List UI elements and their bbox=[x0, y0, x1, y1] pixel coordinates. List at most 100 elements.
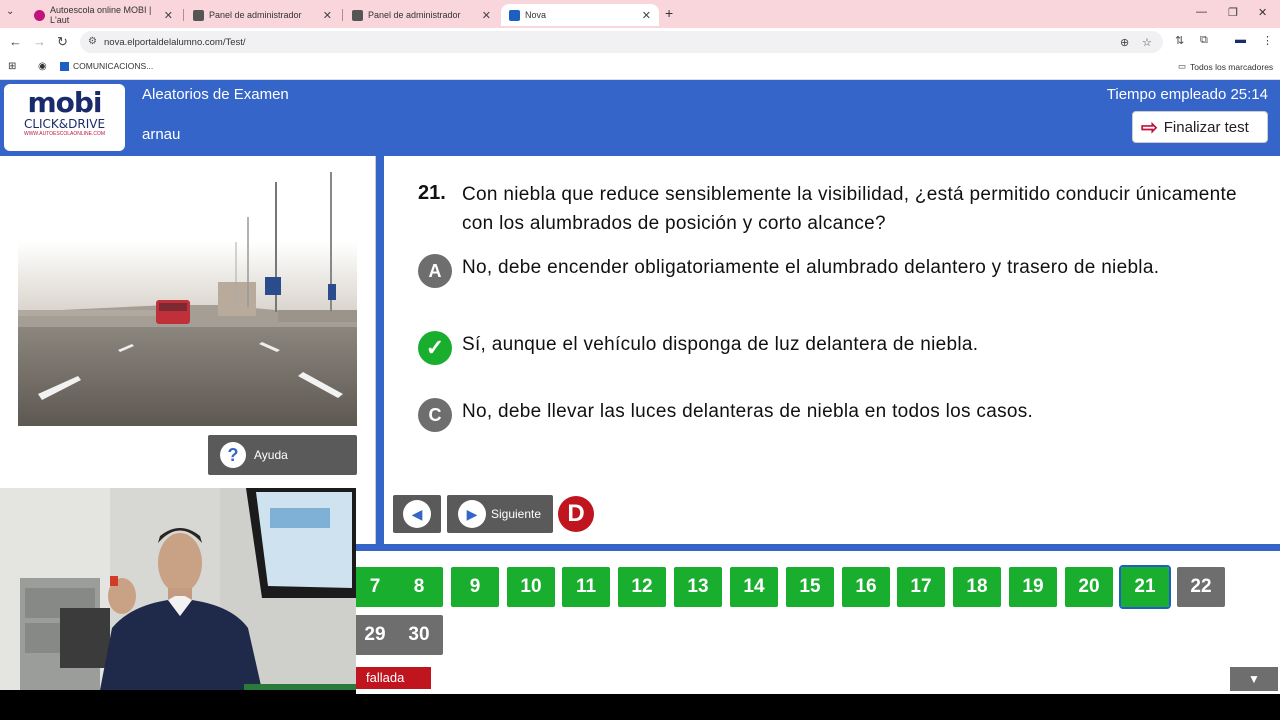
finish-test-button[interactable]: ⇨ Finalizar test bbox=[1132, 111, 1268, 143]
close-icon[interactable]: ✕ bbox=[164, 9, 173, 22]
help-icon: ? bbox=[220, 442, 246, 468]
question-nav-button-9[interactable]: 9 bbox=[451, 567, 499, 607]
url-text: nova.elportaldelalumno.com/Test/ bbox=[104, 36, 246, 48]
extensions-puzzle-icon[interactable]: ⧉ bbox=[1200, 34, 1208, 47]
tab-title: Nova bbox=[525, 10, 547, 20]
close-icon[interactable]: ✕ bbox=[323, 9, 332, 22]
question-nav-button-8[interactable]: 8 bbox=[395, 567, 443, 607]
timer: Tiempo empleado 25:14 bbox=[1106, 86, 1268, 103]
globe-icon[interactable]: ◉ bbox=[38, 61, 47, 72]
folder-icon: ▭ bbox=[1178, 61, 1187, 71]
question-grid: 7 8 9 10 11 12 13 14 15 16 17 18 19 20 21 22 29 30 falla… bbox=[351, 544, 1280, 694]
finish-label: Finalizar test bbox=[1163, 118, 1249, 136]
question-nav-button-30[interactable]: 30 bbox=[395, 615, 443, 655]
help-label: Ayuda bbox=[254, 448, 288, 462]
scroll-down-icon[interactable]: ▼ bbox=[1230, 667, 1278, 691]
logo[interactable]: mobi CLICK&DRIVE WWW.AUTOESCOLAONLINE.CO… bbox=[4, 84, 125, 151]
answer-a[interactable]: A No, debe encender obligatoriamente el … bbox=[418, 254, 1222, 288]
answer-letter: A bbox=[418, 254, 452, 288]
user-name: arnau bbox=[142, 126, 181, 143]
help-button[interactable]: ? Ayuda bbox=[208, 435, 357, 475]
address-bar[interactable]: ⚙ nova.elportaldelalumno.com/Test/ ⊕ ☆ bbox=[80, 31, 1163, 53]
profile-icon[interactable]: ▬ bbox=[1235, 34, 1246, 46]
question-nav-button-18[interactable]: 18 bbox=[953, 567, 1001, 607]
close-window-icon[interactable]: ✕ bbox=[1258, 6, 1267, 19]
browser-tab-3[interactable]: Panel de administrador ✕ bbox=[344, 4, 499, 26]
menu-icon[interactable]: ⋮ bbox=[1262, 34, 1273, 47]
bookmark-star-icon[interactable]: ☆ bbox=[1142, 36, 1152, 49]
exam-title: Aleatorios de Examen bbox=[142, 86, 289, 103]
close-icon[interactable]: ✕ bbox=[642, 9, 651, 22]
browser-tab-bar: ⌄ Autoescola online MOBI | L'aut ✕ Panel… bbox=[0, 0, 1280, 28]
previous-button[interactable]: ◀ bbox=[393, 495, 441, 533]
all-bookmarks-label: Todos los marcadores bbox=[1190, 61, 1274, 72]
bookmark-favicon bbox=[60, 61, 69, 71]
answer-c[interactable]: C No, debe llevar las luces delanteras d… bbox=[418, 398, 1222, 432]
pane-divider bbox=[376, 156, 384, 544]
question-nav-button-20[interactable]: 20 bbox=[1065, 567, 1113, 607]
question-nav-button-13[interactable]: 13 bbox=[674, 567, 722, 607]
tab-title: Panel de administrador bbox=[209, 10, 302, 20]
extension-icon[interactable]: ⇅ bbox=[1175, 34, 1184, 47]
arrow-left-icon: ◀ bbox=[403, 500, 431, 528]
logo-sub: CLICK&DRIVE bbox=[23, 117, 106, 131]
question-nav-button-10[interactable]: 10 bbox=[507, 567, 555, 607]
question-nav-button-14[interactable]: 14 bbox=[730, 567, 778, 607]
arrow-right-icon: ▶ bbox=[458, 500, 486, 528]
site-info-icon[interactable]: ⚙ bbox=[88, 36, 97, 47]
apps-icon[interactable]: ⊞ bbox=[8, 61, 16, 72]
all-bookmarks[interactable]: ▭ Todos los marcadores bbox=[1178, 61, 1273, 72]
browser-tab-1[interactable]: Autoescola online MOBI | L'aut ✕ bbox=[26, 4, 181, 26]
tab-favicon bbox=[193, 9, 204, 21]
next-label: Siguiente bbox=[491, 507, 542, 521]
reload-icon[interactable]: ↻ bbox=[57, 34, 68, 50]
zoom-icon[interactable]: ⊕ bbox=[1120, 36, 1129, 49]
answer-b[interactable]: ✓ Sí, aunque el vehículo disponga de luz… bbox=[418, 331, 1222, 365]
question-nav-button-22[interactable]: 22 bbox=[1177, 567, 1225, 607]
question-nav-button-21[interactable]: 21 bbox=[1119, 565, 1171, 609]
browser-tab-2[interactable]: Panel de administrador ✕ bbox=[185, 4, 340, 26]
logo-main: mobi bbox=[27, 86, 102, 119]
next-button[interactable]: ▶ Siguiente bbox=[447, 495, 553, 533]
restore-icon[interactable]: ❐ bbox=[1228, 6, 1238, 19]
minimize-icon[interactable]: — bbox=[1196, 6, 1207, 18]
bookmarks-bar: ⊞ ◉ COMUNICACIONS... ▭ Todos los marcado… bbox=[0, 56, 1280, 80]
answer-text: Sí, aunque el vehículo disponga de luz d… bbox=[462, 334, 979, 355]
forward-icon[interactable]: → bbox=[33, 34, 46, 49]
question-nav-button-16[interactable]: 16 bbox=[842, 567, 890, 607]
question-nav-button-7[interactable]: 7 bbox=[351, 567, 399, 607]
question-text: Con niebla que reduce sensiblemente la v… bbox=[462, 184, 1237, 234]
question-image bbox=[18, 172, 357, 426]
tab-title: Panel de administrador bbox=[368, 10, 461, 20]
question-nav-button-11[interactable]: 11 bbox=[562, 567, 610, 607]
logo-url: WWW.AUTOESCOLAONLINE.COM bbox=[23, 131, 106, 137]
video-bottom-bar bbox=[0, 694, 1280, 720]
bookmark-comunicacions[interactable]: COMUNICACIONS... bbox=[60, 61, 153, 71]
question-nav-button-12[interactable]: 12 bbox=[618, 567, 666, 607]
answer-letter: C bbox=[418, 398, 452, 432]
image-pane: ? Ayuda bbox=[0, 156, 376, 544]
tab-favicon bbox=[509, 9, 520, 21]
tab-favicon bbox=[34, 9, 45, 21]
close-icon[interactable]: ✕ bbox=[482, 9, 491, 22]
bookmark-label: COMUNICACIONS... bbox=[73, 61, 154, 71]
check-icon: ✓ bbox=[418, 331, 452, 365]
d-button[interactable]: D bbox=[558, 496, 594, 532]
new-tab-button[interactable]: + bbox=[665, 5, 673, 21]
question-nav-button-15[interactable]: 15 bbox=[786, 567, 834, 607]
tab-search-icon[interactable]: ⌄ bbox=[6, 6, 14, 17]
app-header: mobi CLICK&DRIVE WWW.AUTOESCOLAONLINE.CO… bbox=[0, 80, 1280, 156]
webcam-overlay bbox=[0, 488, 356, 690]
question-nav-button-29[interactable]: 29 bbox=[351, 615, 399, 655]
question-pane: 21. Con niebla que reduce sensiblemente … bbox=[384, 156, 1280, 544]
tab-favicon bbox=[352, 9, 363, 21]
answer-text: No, debe llevar las luces delanteras de … bbox=[462, 401, 1034, 422]
answer-text: No, debe encender obligatoriamente el al… bbox=[462, 257, 1160, 278]
browser-tab-4[interactable]: Nova ✕ bbox=[501, 4, 659, 26]
exit-icon: ⇨ bbox=[1141, 116, 1158, 139]
question-number: 21. bbox=[418, 182, 446, 204]
tab-title: Autoescola online MOBI | L'aut bbox=[50, 5, 152, 25]
question-nav-button-19[interactable]: 19 bbox=[1009, 567, 1057, 607]
question-nav-button-17[interactable]: 17 bbox=[897, 567, 945, 607]
back-icon[interactable]: ← bbox=[9, 34, 22, 49]
